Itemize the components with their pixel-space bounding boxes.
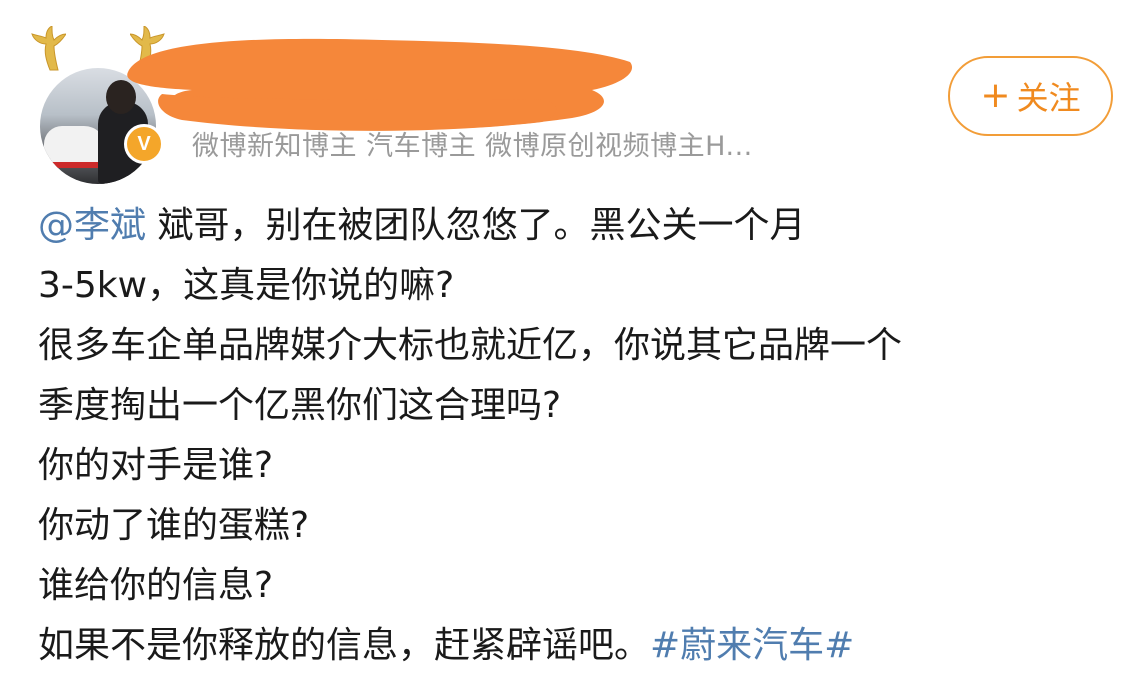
content-line: @李斌 斌哥，别在被团队忽悠了。黑公关一个月 [38,196,1128,256]
content-line: 你的对手是谁? [38,445,274,486]
content-line: 如果不是你释放的信息，赶紧辟谣吧。#蔚来汽车# [38,616,1128,676]
content-text: 斌哥，别在被团队忽悠了。黑公关一个月 [146,205,806,246]
plus-icon: + [980,75,1011,116]
weibo-post: V 微博新知博主 汽车博主 微博原创视频博主H... + 关注 @李斌 斌哥，别… [0,0,1147,693]
follow-label: 关注 [1016,79,1081,117]
content-line: 你动了谁的蛋糕? [38,505,310,546]
content-line: 季度掏出一个亿黑你们这合理吗? [38,385,562,426]
content-text: 如果不是你释放的信息，赶紧辟谣吧。 [38,625,651,666]
follow-button[interactable]: + 关注 [948,56,1113,136]
avatar-car-shape [44,126,106,168]
author-tags: 微博新知博主 汽车博主 微博原创视频博主H... [192,131,753,162]
mention-link[interactable]: @李斌 [38,205,146,246]
content-line: 3-5kw，这真是你说的嘛? [38,265,455,306]
antler-decoration-icon [31,26,66,71]
post-content: @李斌 斌哥，别在被团队忽悠了。黑公关一个月 3-5kw，这真是你说的嘛? 很多… [38,196,1128,676]
hashtag-link[interactable]: #蔚来汽车# [650,625,854,666]
content-line: 谁给你的信息? [38,565,274,606]
content-line: 很多车企单品牌媒介大标也就近亿，你说其它品牌一个 [38,325,903,366]
